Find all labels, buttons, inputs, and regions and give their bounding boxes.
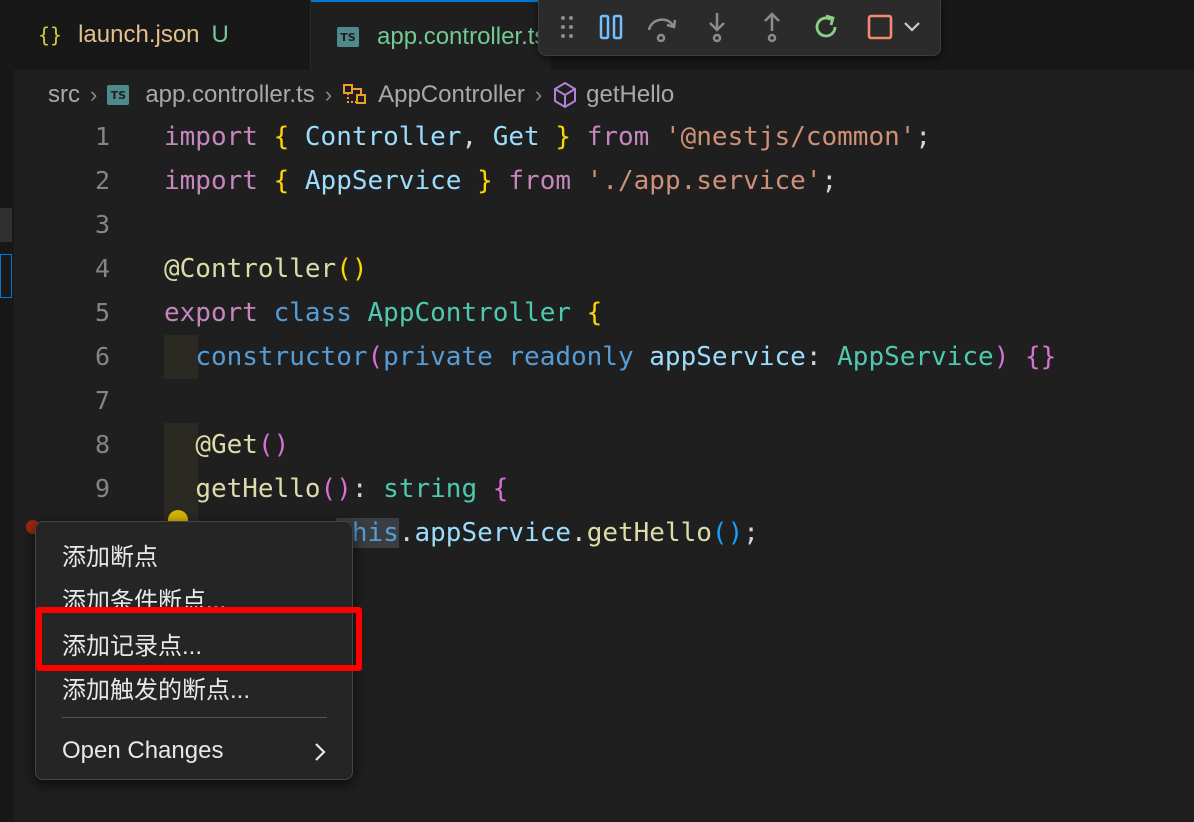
json-file-icon: {}	[38, 23, 63, 47]
chevron-right-icon: ›	[324, 82, 333, 107]
drag-handle-icon[interactable]	[555, 8, 579, 46]
restart-icon[interactable]	[807, 8, 845, 46]
code-line: 8 @Get()	[0, 423, 1194, 467]
menu-separator	[62, 717, 327, 718]
code-line: 2 import { AppService } from './app.serv…	[0, 159, 1194, 203]
method-symbol-icon	[552, 81, 578, 109]
tab-label: launch.json	[78, 21, 200, 48]
menu-item-add-triggered-breakpoint[interactable]: 添加触发的断点...	[36, 665, 352, 709]
code-text: constructor(private readonly appService:…	[195, 342, 1057, 372]
code-line: 3	[0, 203, 1194, 247]
typescript-file-icon: TS	[337, 27, 359, 47]
code-line: 7	[0, 379, 1194, 423]
code-line: 6 constructor(private readonly appServic…	[0, 335, 1194, 379]
line-number[interactable]: 6	[56, 335, 110, 379]
breadcrumb-file[interactable]: app.controller.ts	[145, 81, 314, 109]
line-number[interactable]: 1	[56, 115, 110, 159]
chevron-right-icon: ›	[534, 82, 543, 107]
chevron-down-icon[interactable]	[897, 8, 927, 46]
tab-app-controller[interactable]: TS app.controller.ts	[311, 0, 551, 72]
code-line: 4 @Controller()	[0, 247, 1194, 291]
line-number[interactable]: 7	[56, 379, 110, 423]
line-number[interactable]: 2	[56, 159, 110, 203]
breadcrumb: src › TS app.controller.ts › AppControll…	[48, 76, 674, 114]
menu-item-label: Open Changes	[62, 737, 224, 764]
typescript-file-icon: TS	[107, 85, 130, 105]
line-number[interactable]: 4	[56, 247, 110, 291]
breadcrumb-class[interactable]: AppController	[378, 81, 525, 109]
debug-toolbar	[538, 0, 941, 56]
breadcrumb-method[interactable]: getHello	[586, 81, 674, 109]
line-number[interactable]: 9	[56, 467, 110, 511]
menu-item-add-breakpoint[interactable]: 添加断点	[36, 532, 352, 576]
code-text: import { Controller, Get } from '@nestjs…	[164, 122, 932, 152]
code-text: export class AppController {	[164, 298, 603, 328]
code-text: import { AppService } from './app.servic…	[164, 166, 838, 196]
tab-label: app.controller.ts	[377, 23, 547, 50]
step-over-icon[interactable]	[643, 8, 681, 46]
code-line: 1 import { Controller, Get } from '@nest…	[0, 115, 1194, 159]
code-line: 5 export class AppController {	[0, 291, 1194, 335]
pause-icon[interactable]	[592, 8, 630, 46]
line-number[interactable]: 8	[56, 423, 110, 467]
line-number[interactable]: 5	[56, 291, 110, 335]
step-out-icon[interactable]	[753, 8, 791, 46]
annotation-highlight-box	[36, 607, 362, 671]
stop-icon[interactable]	[861, 8, 899, 46]
code-text: @Controller()	[164, 254, 368, 284]
step-into-icon[interactable]	[698, 8, 736, 46]
class-symbol-icon	[342, 82, 368, 108]
chevron-right-icon	[314, 741, 326, 769]
code-line: 9 getHello(): string {	[0, 467, 1194, 511]
code-text: getHello(): string {	[195, 474, 509, 504]
chevron-right-icon: ›	[90, 82, 98, 107]
code-text: @Get()	[195, 430, 290, 460]
menu-item-open-changes[interactable]: Open Changes	[36, 729, 352, 773]
line-number[interactable]: 3	[56, 203, 110, 247]
untracked-badge: U	[211, 21, 229, 48]
tab-launch-json[interactable]: {} launch.json U	[14, 0, 311, 70]
breadcrumb-src[interactable]: src	[48, 81, 80, 109]
